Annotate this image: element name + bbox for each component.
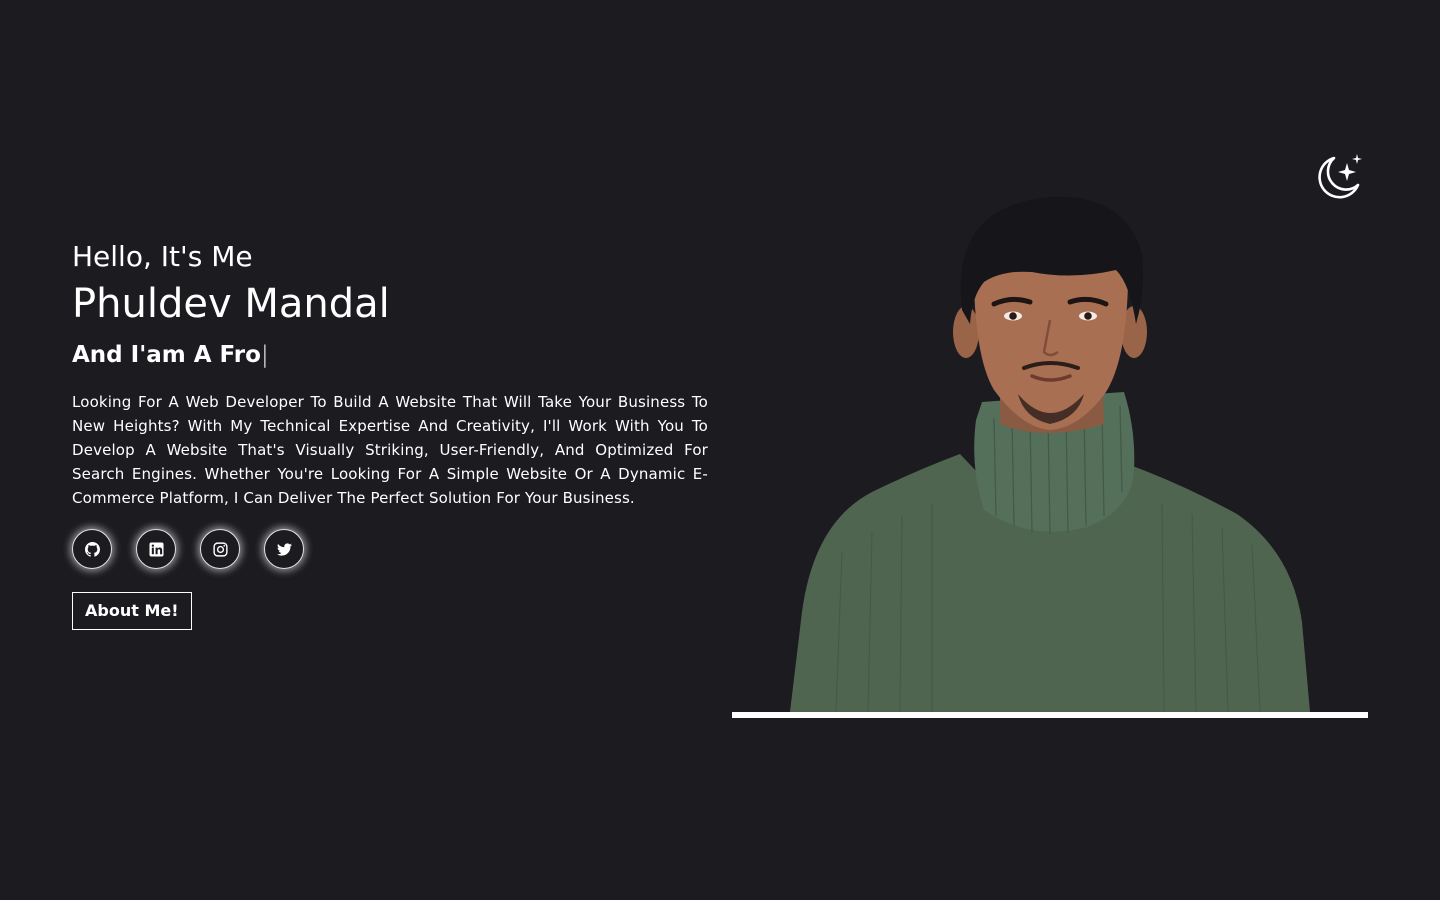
typing-cursor: | bbox=[260, 342, 269, 368]
twitter-icon bbox=[276, 542, 292, 556]
profile-photo bbox=[732, 192, 1368, 718]
hero-name: Phuldev Mandal bbox=[72, 281, 390, 327]
github-icon bbox=[84, 541, 100, 557]
linkedin-link[interactable] bbox=[136, 529, 176, 569]
role-typed: Fro bbox=[219, 342, 261, 368]
instagram-link[interactable] bbox=[200, 529, 240, 569]
portrait-baseline bbox=[732, 712, 1368, 718]
bio-paragraph: Looking For A Web Developer To Build A W… bbox=[72, 393, 708, 507]
twitter-link[interactable] bbox=[264, 529, 304, 569]
about-me-button[interactable]: About Me! bbox=[72, 592, 192, 630]
instagram-icon bbox=[212, 541, 228, 557]
role-prefix: And I'am A bbox=[72, 342, 220, 368]
social-links bbox=[72, 529, 708, 569]
github-link[interactable] bbox=[72, 529, 112, 569]
hero-intro: Hello, It's Me Phuldev Mandal And I'am A… bbox=[72, 238, 708, 630]
typing-role: And I'am A Fro| bbox=[72, 339, 708, 371]
greeting-text: Hello, It's Me bbox=[72, 240, 253, 273]
linkedin-icon bbox=[148, 541, 164, 557]
portrait-illustration bbox=[790, 196, 1310, 712]
